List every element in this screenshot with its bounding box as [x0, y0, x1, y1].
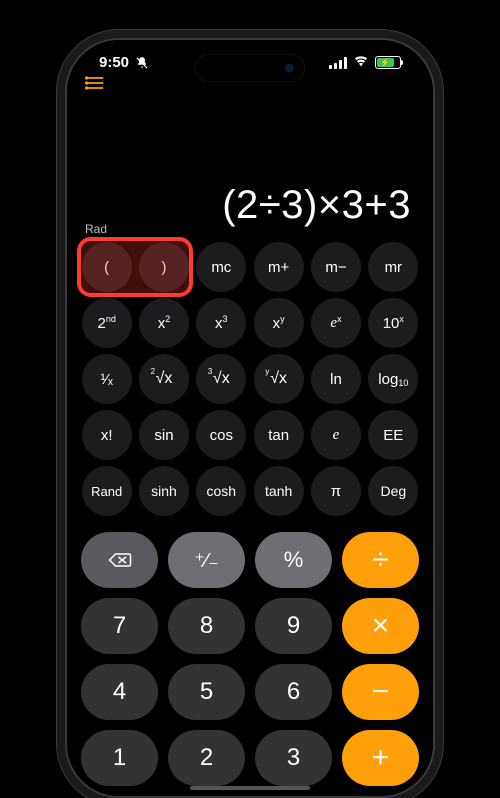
sinh-button[interactable]: sinh: [139, 466, 189, 516]
digit-8-button[interactable]: 8: [168, 598, 245, 654]
tanh-button[interactable]: tanh: [254, 466, 304, 516]
digit-5-button[interactable]: 5: [168, 664, 245, 720]
dynamic-island: [195, 54, 305, 82]
ee-button[interactable]: EE: [368, 410, 418, 460]
plus-button[interactable]: +: [342, 730, 419, 786]
screen: 9:50 ⚡ (2÷3)×3+3 Rad: [67, 40, 433, 796]
status-time: 9:50: [99, 54, 129, 71]
silent-icon: [135, 56, 149, 70]
second-button[interactable]: 2nd: [82, 298, 132, 348]
e-pow-x-button[interactable]: ex: [311, 298, 361, 348]
plus-minus-button[interactable]: ⁺⁄₋: [168, 532, 245, 588]
factorial-button[interactable]: x!: [82, 410, 132, 460]
home-indicator: [190, 786, 310, 790]
digit-6-button[interactable]: 6: [255, 664, 332, 720]
x-cubed-button[interactable]: x3: [196, 298, 246, 348]
battery-icon: ⚡: [375, 56, 401, 69]
digit-2-button[interactable]: 2: [168, 730, 245, 786]
backspace-button[interactable]: [81, 532, 158, 588]
minus-button[interactable]: −: [342, 664, 419, 720]
expression: (2÷3)×3+3: [222, 183, 411, 228]
reciprocal-button[interactable]: ¹⁄ₓ: [82, 354, 132, 404]
digit-4-button[interactable]: 4: [81, 664, 158, 720]
sin-button[interactable]: sin: [139, 410, 189, 460]
mr-button[interactable]: mr: [368, 242, 418, 292]
rand-button[interactable]: Rand: [82, 466, 132, 516]
cos-button[interactable]: cos: [196, 410, 246, 460]
scientific-keypad: ( ) mc m+ m− mr 2nd x2 x3 xy ex 10x ¹⁄ₓ …: [81, 242, 419, 516]
phone-frame: 9:50 ⚡ (2÷3)×3+3 Rad: [65, 38, 435, 798]
mplus-button[interactable]: m+: [254, 242, 304, 292]
cuberoot-button[interactable]: 3√x: [196, 354, 246, 404]
log10-button[interactable]: log10: [368, 354, 418, 404]
ten-pow-x-button[interactable]: 10x: [368, 298, 418, 348]
list-icon[interactable]: [85, 75, 105, 96]
x-pow-y-button[interactable]: xy: [254, 298, 304, 348]
mminus-button[interactable]: m−: [311, 242, 361, 292]
digit-9-button[interactable]: 9: [255, 598, 332, 654]
yroot-button[interactable]: y√x: [254, 354, 304, 404]
wifi-icon: [353, 54, 369, 71]
digit-7-button[interactable]: 7: [81, 598, 158, 654]
e-button[interactable]: e: [311, 410, 361, 460]
main-keypad: ⁺⁄₋ % ÷ 7 8 9 × 4 5 6 − 1 2 3 + 0 . =: [81, 532, 419, 798]
x-squared-button[interactable]: x2: [139, 298, 189, 348]
angle-mode-label: Rad: [85, 222, 107, 236]
tan-button[interactable]: tan: [254, 410, 304, 460]
left-paren-button[interactable]: (: [82, 242, 132, 292]
pi-button[interactable]: π: [311, 466, 361, 516]
digit-1-button[interactable]: 1: [81, 730, 158, 786]
divide-button[interactable]: ÷: [342, 532, 419, 588]
ln-button[interactable]: ln: [311, 354, 361, 404]
multiply-button[interactable]: ×: [342, 598, 419, 654]
sqrt-button[interactable]: 2√x: [139, 354, 189, 404]
mc-button[interactable]: mc: [196, 242, 246, 292]
cosh-button[interactable]: cosh: [196, 466, 246, 516]
display: (2÷3)×3+3: [81, 96, 419, 228]
right-paren-button[interactable]: ): [139, 242, 189, 292]
deg-button[interactable]: Deg: [368, 466, 418, 516]
percent-button[interactable]: %: [255, 532, 332, 588]
digit-3-button[interactable]: 3: [255, 730, 332, 786]
cellular-icon: [329, 57, 347, 69]
